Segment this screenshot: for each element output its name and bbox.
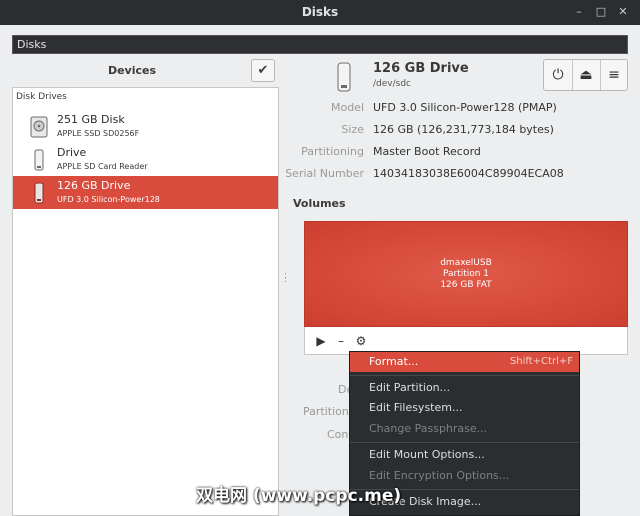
devices-panel: Devices ✔ Disk Drives 251 GB Disk APPLE … <box>12 58 279 516</box>
drive-menu-button[interactable]: ≡ <box>600 60 628 90</box>
maximize-button[interactable]: □ <box>592 4 610 20</box>
partition-settings-button[interactable]: ⚙ <box>353 333 369 349</box>
drive-model: APPLE SD Card Reader <box>57 162 148 171</box>
drive-list[interactable]: Disk Drives 251 GB Disk APPLE SSD SD0256… <box>12 87 279 516</box>
mount-button[interactable]: ▶ <box>313 333 329 349</box>
device-path: /dev/sdc <box>373 79 411 89</box>
drive-item-card-reader[interactable]: Drive APPLE SD Card Reader <box>13 143 278 176</box>
close-button[interactable]: ✕ <box>614 4 632 20</box>
drive-model: APPLE SSD SD0256F <box>57 129 140 138</box>
usb-drive-icon <box>337 62 351 92</box>
checkmark-icon: ✔ <box>257 63 269 78</box>
menu-item-edit-partition[interactable]: Edit Partition... <box>350 378 579 398</box>
serial-number-value: 14034183038E6004C89904ECA08 <box>373 167 564 180</box>
drive-item-126gb-drive[interactable]: 126 GB Drive UFD 3.0 Silicon-Power128 <box>13 176 278 209</box>
drive-model: UFD 3.0 Silicon-Power128 <box>57 195 160 204</box>
serial-number-label: Serial Number <box>285 167 364 180</box>
partition-label: dmaxelUSB <box>440 258 492 268</box>
app-header: Disks <box>12 35 628 54</box>
disk-drives-section-label: Disk Drives <box>16 92 67 102</box>
minus-icon: – <box>338 334 344 348</box>
watermark-text: 双电网 (www.pcpc.me) <box>196 486 402 506</box>
menu-item-edit-mount-options[interactable]: Edit Mount Options... <box>350 445 579 465</box>
window-titlebar: Disks – □ ✕ <box>0 0 640 25</box>
select-mode-button[interactable]: ✔ <box>251 59 275 82</box>
partition-number: Partition 1 <box>442 269 490 279</box>
usb-drive-icon <box>34 182 44 204</box>
play-icon: ▶ <box>316 334 326 348</box>
size-label: Size <box>341 123 364 136</box>
menu-item-edit-filesystem[interactable]: Edit Filesystem... <box>350 398 579 418</box>
window-title: Disks <box>301 5 339 19</box>
eject-icon: ⏏ <box>579 67 593 83</box>
format-shortcut: Shift+Ctrl+F <box>509 356 573 367</box>
devices-title: Devices <box>107 64 157 77</box>
volumes-title: Volumes <box>293 197 346 210</box>
size-value: 126 GB (126,231,773,184 bytes) <box>373 123 554 136</box>
hamburger-menu-icon: ≡ <box>608 67 620 83</box>
drive-title: 126 GB Drive <box>373 61 469 76</box>
model-label: Model <box>330 101 364 114</box>
drive-name: 251 GB Disk <box>57 113 125 126</box>
drive-item-251gb-disk[interactable]: 251 GB Disk APPLE SSD SD0256F <box>13 110 278 143</box>
power-icon: ⏻ <box>552 67 564 83</box>
drive-toolbar: ⏻ ⏏ ≡ <box>543 59 628 91</box>
gears-icon: ⚙ <box>355 334 367 348</box>
minimize-button[interactable]: – <box>570 4 588 20</box>
drive-name: Drive <box>57 146 87 159</box>
eject-button[interactable]: ⏏ <box>572 60 600 90</box>
menu-item-format[interactable]: Format... Shift+Ctrl+F <box>350 352 579 372</box>
partition-size-type: 126 GB FAT <box>440 280 492 290</box>
partitioning-value: Master Boot Record <box>373 145 481 158</box>
power-off-button[interactable]: ⏻ <box>544 60 572 90</box>
model-value: UFD 3.0 Silicon-Power128 (PMAP) <box>373 101 557 114</box>
delete-partition-button[interactable]: – <box>333 333 349 349</box>
partition-info: dmaxelUSB Partition 1 126 GB FAT <box>305 258 627 291</box>
usb-drive-icon <box>34 149 44 171</box>
menu-item-change-passphrase: Change Passphrase... <box>369 422 488 435</box>
hard-disk-icon <box>30 116 48 138</box>
pane-splitter-handle[interactable]: :: <box>284 272 287 285</box>
partitioning-label: Partitioning <box>301 145 364 158</box>
partition-block[interactable]: dmaxelUSB Partition 1 126 GB FAT <box>304 221 628 327</box>
drive-name: 126 GB Drive <box>57 179 131 192</box>
